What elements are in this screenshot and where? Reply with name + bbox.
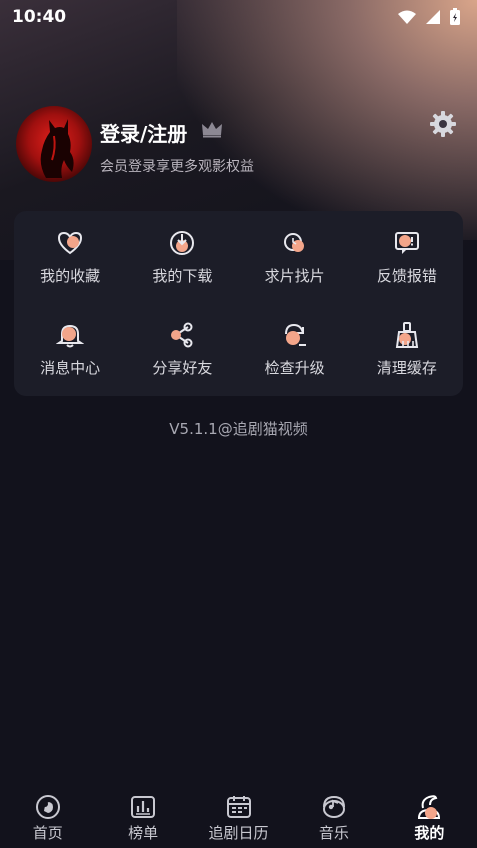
tab-label: 榜单	[128, 824, 159, 842]
grid-item-downloads[interactable]: 我的下载	[126, 211, 238, 303]
crown-icon	[202, 122, 222, 138]
grid-label: 检查升级	[264, 358, 325, 377]
share-icon	[171, 322, 193, 347]
status-icons	[397, 8, 461, 26]
calendar-icon	[226, 796, 251, 818]
grid-item-share[interactable]: 分享好友	[126, 303, 238, 395]
profile-header: 登录/注册 会员登录享更多观影权益	[16, 106, 461, 186]
bottom-tab-bar: 首页 榜单 追剧日历 音乐 我的	[0, 788, 477, 848]
version-text: V5.1.1@追剧猫视频	[169, 420, 308, 438]
home-icon	[35, 795, 60, 819]
search-film-icon	[283, 232, 304, 252]
grid-label: 清理缓存	[376, 358, 437, 377]
login-register-link[interactable]: 登录/注册	[100, 118, 187, 147]
refresh-icon	[284, 323, 306, 346]
grid-label: 我的收藏	[40, 266, 101, 285]
grid-label: 求片找片	[264, 266, 325, 285]
tab-ranking[interactable]: 榜单	[95, 788, 190, 848]
profile-icon	[418, 795, 441, 819]
music-icon	[322, 795, 345, 818]
grid-item-feedback[interactable]: 反馈报错	[351, 211, 463, 303]
tab-label: 我的	[414, 824, 445, 842]
signal-icon	[426, 10, 440, 24]
grid-item-messages[interactable]: 消息中心	[14, 303, 126, 395]
heart-icon	[58, 231, 83, 254]
tab-label: 首页	[32, 824, 63, 842]
broom-icon	[395, 321, 419, 348]
battery-icon	[450, 8, 460, 25]
grid-label: 我的下载	[152, 266, 213, 285]
grid-item-clear-cache[interactable]: 清理缓存	[351, 303, 463, 395]
tab-calendar[interactable]: 追剧日历	[191, 788, 286, 848]
tab-home[interactable]: 首页	[0, 788, 95, 848]
login-subtitle: 会员登录享更多观影权益	[100, 159, 254, 175]
grid-item-check-update[interactable]: 检查升级	[239, 303, 351, 395]
grid-item-favorites[interactable]: 我的收藏	[14, 211, 126, 303]
wifi-icon	[398, 10, 416, 24]
tab-music[interactable]: 音乐	[286, 788, 381, 848]
bell-icon	[56, 324, 85, 347]
grid-label: 反馈报错	[376, 266, 437, 285]
cat-silhouette-icon	[40, 119, 74, 178]
tab-profile[interactable]: 我的	[382, 788, 477, 848]
ranking-icon	[131, 796, 156, 818]
grid-label: 消息中心	[40, 358, 101, 377]
tab-label: 音乐	[318, 824, 349, 842]
grid-label: 分享好友	[152, 358, 213, 377]
grid-item-request-film[interactable]: 求片找片	[239, 211, 351, 303]
download-icon	[170, 230, 195, 255]
tab-label: 追剧日历	[208, 824, 269, 842]
gear-icon[interactable]	[429, 110, 457, 138]
avatar[interactable]	[16, 106, 92, 182]
status-time: 10:40	[12, 7, 67, 27]
status-bar: 10:40	[0, 0, 477, 34]
feedback-icon	[394, 231, 419, 254]
feature-grid: 我的收藏 我的下载 求片找片 反馈报错 消息中心 分享好友 检查升级 清理缓存	[14, 211, 463, 396]
